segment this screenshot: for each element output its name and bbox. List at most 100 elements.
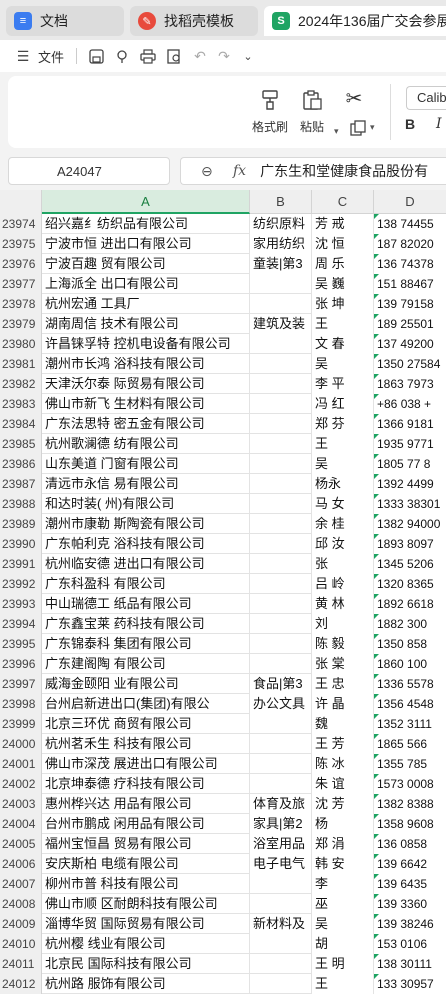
cell-category[interactable] [250, 634, 312, 654]
chevron-down-icon[interactable]: ⌄ [239, 47, 257, 65]
column-header-b[interactable]: B [250, 190, 312, 214]
cell-company[interactable]: 广东鑫宝莱 药科技有限公司 [42, 614, 250, 634]
column-header-c[interactable]: C [312, 190, 374, 214]
cell-company[interactable]: 潮州市长鸿 浴科技有限公司 [42, 354, 250, 374]
cell-phone[interactable]: 1345 5206 [374, 554, 446, 574]
cell-phone[interactable]: 1336 5578 [374, 674, 446, 694]
cell-company[interactable]: 佛山市新飞 生材料有限公司 [42, 394, 250, 414]
cell-category[interactable]: 体育及旅 [250, 794, 312, 814]
cell-phone[interactable]: 187 82020 [374, 234, 446, 254]
cell-phone[interactable]: 1882 300 [374, 614, 446, 634]
cell-contact[interactable]: 杨永 [312, 474, 374, 494]
cell-phone[interactable]: 139 79158 [374, 294, 446, 314]
column-header-a[interactable]: A [42, 190, 250, 214]
row-number[interactable]: 23975 [0, 234, 42, 254]
zoom-icon[interactable]: ⊖ [201, 163, 221, 180]
cell-phone[interactable]: 138 30111 [374, 954, 446, 974]
cell-contact[interactable]: 吕 岭 [312, 574, 374, 594]
cell-category[interactable]: 建筑及装 [250, 314, 312, 334]
cell-contact[interactable]: 朱 谊 [312, 774, 374, 794]
row-number[interactable]: 23983 [0, 394, 42, 414]
cell-phone[interactable]: 1320 8365 [374, 574, 446, 594]
cell-phone[interactable]: 1358 9608 [374, 814, 446, 834]
select-all-corner[interactable] [0, 190, 42, 214]
cell-category[interactable] [250, 534, 312, 554]
cell-phone[interactable]: 139 3360 [374, 894, 446, 914]
cell-phone[interactable]: 1333 38301 [374, 494, 446, 514]
row-number[interactable]: 24012 [0, 974, 42, 994]
cell-phone[interactable]: 1382 8388 [374, 794, 446, 814]
paste-button[interactable]: 粘贴 [300, 88, 324, 135]
cell-category[interactable]: 童装|第3 [250, 254, 312, 274]
row-number[interactable]: 24004 [0, 814, 42, 834]
row-number[interactable]: 23978 [0, 294, 42, 314]
cell-category[interactable] [250, 334, 312, 354]
cell-contact[interactable]: 沈 芳 [312, 794, 374, 814]
cell-phone[interactable]: 139 6435 [374, 874, 446, 894]
export-pdf-icon[interactable] [113, 47, 131, 65]
cell-contact[interactable]: 王 忠 [312, 674, 374, 694]
cell-company[interactable]: 杭州茗禾生 科技有限公司 [42, 734, 250, 754]
cell-company[interactable]: 台州市鹏成 闲用品有限公司 [42, 814, 250, 834]
cell-contact[interactable]: 文 春 [312, 334, 374, 354]
row-number[interactable]: 24008 [0, 894, 42, 914]
bold-button[interactable]: B [405, 116, 415, 132]
cell-company[interactable]: 湖南周信 技术有限公司 [42, 314, 250, 334]
cell-contact[interactable]: 黄 林 [312, 594, 374, 614]
cell-phone[interactable]: 139 6642 [374, 854, 446, 874]
cell-contact[interactable]: 余 桂 [312, 514, 374, 534]
cell-contact[interactable]: 胡 [312, 934, 374, 954]
cell-phone[interactable]: 1350 858 [374, 634, 446, 654]
row-number[interactable]: 24000 [0, 734, 42, 754]
copy-chevron-icon[interactable]: ▾ [370, 122, 375, 133]
menu-icon[interactable]: ☰ [14, 47, 32, 65]
row-number[interactable]: 23986 [0, 454, 42, 474]
row-number[interactable]: 23985 [0, 434, 42, 454]
cell-contact[interactable]: 郑 涓 [312, 834, 374, 854]
spreadsheet-grid[interactable]: A B C D 23974 绍兴嘉纟纺织品有限公司 纺织原料芳 戒 138 74455… [0, 190, 446, 998]
undo-icon[interactable]: ↶ [191, 47, 209, 65]
cell-category[interactable] [250, 974, 312, 994]
cell-company[interactable]: 北京三环优 商贸有限公司 [42, 714, 250, 734]
cell-phone[interactable]: 189 25501 [374, 314, 446, 334]
row-number[interactable]: 23990 [0, 534, 42, 554]
cell-company[interactable]: 山东美道 门窗有限公司 [42, 454, 250, 474]
cell-company[interactable]: 杭州临安德 进出口有限公司 [42, 554, 250, 574]
cell-phone[interactable]: 137 49200 [374, 334, 446, 354]
row-number[interactable]: 23977 [0, 274, 42, 294]
cell-company[interactable]: 上海派全 出口有限公司 [42, 274, 250, 294]
cell-company[interactable]: 和达时装( 州)有限公司 [42, 494, 250, 514]
row-number[interactable]: 23996 [0, 654, 42, 674]
cell-company[interactable]: 宁波市恒 进出口有限公司 [42, 234, 250, 254]
cell-category[interactable] [250, 594, 312, 614]
cell-category[interactable] [250, 274, 312, 294]
cell-phone[interactable]: 1892 6618 [374, 594, 446, 614]
cell-company[interactable]: 佛山市顺 区耐朗科技有限公司 [42, 894, 250, 914]
cell-phone[interactable]: 1573 0008 [374, 774, 446, 794]
name-box[interactable]: A24047 [8, 157, 170, 185]
row-number[interactable]: 24002 [0, 774, 42, 794]
row-number[interactable]: 24010 [0, 934, 42, 954]
italic-button[interactable]: I [436, 116, 442, 132]
cell-company[interactable]: 广东锦泰科 集团有限公司 [42, 634, 250, 654]
cell-phone[interactable]: 1366 9181 [374, 414, 446, 434]
cell-contact[interactable]: 吴 [312, 354, 374, 374]
cell-category[interactable] [250, 294, 312, 314]
cell-contact[interactable]: 张 [312, 554, 374, 574]
cell-phone[interactable]: 1935 9771 [374, 434, 446, 454]
cell-phone[interactable]: 138 74455 [374, 214, 446, 234]
row-number[interactable]: 23995 [0, 634, 42, 654]
cell-company[interactable]: 广东科盈科 有限公司 [42, 574, 250, 594]
print-preview-icon[interactable] [165, 47, 183, 65]
cell-contact[interactable]: 王 明 [312, 954, 374, 974]
cell-category[interactable] [250, 754, 312, 774]
save-icon[interactable] [87, 47, 105, 65]
cell-category[interactable]: 家用纺织 [250, 234, 312, 254]
cell-category[interactable] [250, 954, 312, 974]
cell-contact[interactable]: 魏 [312, 714, 374, 734]
cell-contact[interactable]: 许 晶 [312, 694, 374, 714]
row-number[interactable]: 23980 [0, 334, 42, 354]
cell-company[interactable]: 杭州歌澜德 纺有限公司 [42, 434, 250, 454]
cell-contact[interactable]: 陈 冰 [312, 754, 374, 774]
row-number[interactable]: 23981 [0, 354, 42, 374]
